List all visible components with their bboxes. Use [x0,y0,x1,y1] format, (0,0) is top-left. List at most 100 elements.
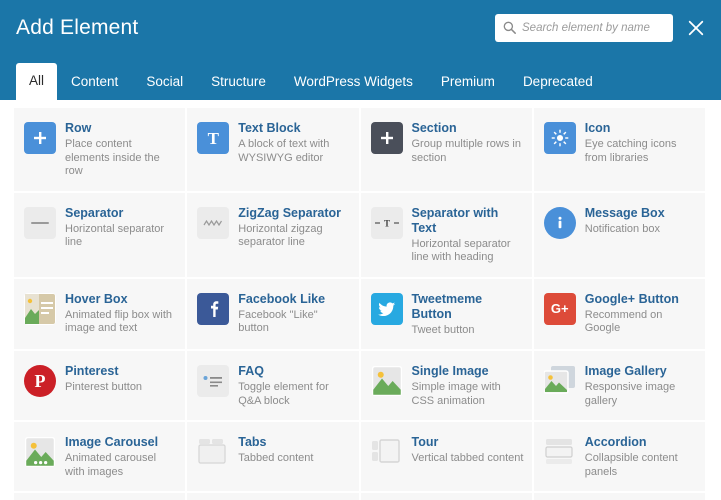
element-card-text: Tweetmeme Button Tweet button [412,291,524,338]
element-card-button[interactable]: GOButtonEye catching button [360,493,534,500]
tab-wordpress-widgets[interactable]: WordPress Widgets [280,64,427,100]
element-card-title: Separator with Text [411,205,499,235]
element-card-text: Icon Eye catching icons from libraries [585,120,697,165]
element-card-title: Google+ Button [584,291,679,306]
tab-deprecated[interactable]: Deprecated [509,64,607,100]
element-card-text: Hover Box Animated flip box with image an… [65,291,177,336]
tab-structure[interactable]: Structure [197,64,280,100]
zigzag-icon [197,206,230,239]
element-card-zigzag-separator[interactable]: ZigZag Separator Horizontal zigzag separa… [187,192,361,279]
element-card-title: FAQ [238,364,264,378]
element-card-text: FAQ Toggle element for Q&A block [238,363,350,408]
element-card-accordion[interactable]: Accordion Collapsible content panels [533,422,707,493]
tab-content[interactable]: Content [57,64,132,100]
accordion-icon [544,436,576,468]
element-card-title: Tour [411,435,439,449]
element-card-text: Text Block A block of text with WYSIWYG e… [238,120,350,165]
element-card-icon[interactable]: Icon Eye catching icons from libraries [533,108,707,193]
info-circle-icon [543,206,576,239]
element-card-title: Row [65,121,92,135]
search-icon [503,21,516,34]
sun-icon [543,122,576,154]
element-card-text: Accordion Collapsible content panels [585,434,697,479]
element-card-section[interactable]: Section Group multiple rows in section [360,108,534,193]
element-card-text: Tabs Tabbed content [238,434,313,466]
text-block-icon: T [197,122,230,154]
close-icon[interactable] [685,17,707,39]
element-card-description: Simple image with CSS animation [411,381,501,407]
element-card-title: Hover Box [65,291,128,306]
element-card-text-block[interactable]: T Text Block A block of text with WYSIWYG … [187,108,361,193]
element-card-call-to-action[interactable]: Call to ActionCatch visitors attention w… [533,493,707,500]
element-card-text: Image Gallery Responsive image gallery [585,363,697,408]
element-card-tabs[interactable]: Tabs Tabbed content [187,422,361,493]
page-title: Add Element [16,15,139,39]
tab-social[interactable]: Social [132,64,197,100]
element-card-facebook-like[interactable]: Facebook Like Facebook "Like" button [187,278,361,351]
element-card-description: Group multiple rows in section [411,138,521,164]
element-card-description: Pinterest button [65,381,143,393]
element-card-description: Facebook "Like" button [238,308,318,335]
modal-header: Add Element Search element by name All C… [0,0,721,100]
element-card-title: Tabs [238,435,267,449]
pinterest-icon: P [24,365,56,397]
header-actions [495,13,707,42]
element-card-message-box[interactable]: Message Box Notification box [533,192,707,279]
element-card-title: Accordion [584,435,647,449]
element-card-text: Image Carousel Animated carousel with ima… [65,434,177,479]
element-card-description: Notification box [584,222,660,235]
element-card-text: Google+ Button Recommend on Google [585,291,697,336]
element-card-single-image[interactable]: Single Image Simple image with CSS animat… [360,351,534,422]
image-gallery-icon [544,365,576,397]
element-card-text: Pinterest Pinterest button [65,363,142,395]
element-card-title: Image Gallery [584,364,667,378]
element-card-text: Separator with Text Horizontal separator … [412,205,524,265]
element-card-title: Text Block [238,121,301,135]
separator-icon [24,206,56,239]
tabs-icon [197,436,229,468]
hover-box-icon [24,292,56,325]
tab-premium[interactable]: Premium [427,64,509,100]
search-input[interactable] [522,21,665,34]
element-card-separator-with-text[interactable]: T Separator with Text Horizontal separator… [360,192,534,279]
element-card-title: Single Image [411,364,489,378]
element-card-description: Horizontal separator line with heading [411,237,511,264]
element-card-image-gallery[interactable]: Image Gallery Responsive image gallery [533,351,707,422]
element-card-title: Tweetmeme Button [411,291,483,321]
faq-list-icon [197,365,230,397]
element-card-tour[interactable]: Tour Vertical tabbed content [360,422,534,493]
element-card-google-button[interactable]: G+ Google+ Button Recommend on Google [533,278,707,351]
element-card-description: Eye catching icons from libraries [584,138,677,164]
element-card-description: A block of text with WYSIWYG editor [238,138,330,164]
image-icon [371,365,403,397]
element-card-separator[interactable]: Separator Horizontal separator line [14,192,188,279]
element-card-row[interactable]: Row Place content elements inside the row [14,108,188,193]
element-card-title: Pinterest [65,364,119,378]
element-card-faq[interactable]: FAQ Toggle element for Q&A block [187,351,361,422]
tour-icon [371,436,403,468]
search-box[interactable] [495,13,673,42]
element-card-text: Message Box Notification box [585,205,665,237]
element-card-title: ZigZag Separator [238,205,342,220]
element-card-title: Image Carousel [65,435,159,449]
element-card-hover-box[interactable]: Hover Box Animated flip box with image an… [14,278,188,351]
plus-square-icon [24,122,56,154]
element-card-description: Horizontal separator line [65,222,165,249]
element-card-pageable-container[interactable]: Pageable ContainerPageable content conta… [14,493,188,500]
header-top-bar: Add Element [0,0,721,55]
element-card-tweetmeme-button[interactable]: Tweetmeme Button Tweet button [360,278,534,351]
section-plus-icon [370,122,403,154]
element-card-custom-heading[interactable]: aCustom HeadingText with Google fonts [187,493,361,500]
tab-all[interactable]: All [16,63,58,100]
svg-text:T: T [383,218,389,228]
element-card-pinterest[interactable]: P Pinterest Pinterest button [14,351,188,422]
element-card-description: Vertical tabbed content [411,452,524,464]
image-carousel-icon [24,436,56,468]
element-card-description: Animated carousel with images [65,452,157,478]
element-card-title: Facebook Like [238,291,326,306]
element-card-image-carousel[interactable]: Image Carousel Animated carousel with ima… [14,422,188,493]
element-grid-inner: Row Place content elements inside the row… [14,108,707,500]
element-card-description: Recommend on Google [584,308,663,335]
twitter-icon [370,292,403,325]
element-card-text: ZigZag Separator Horizontal zigzag separa… [238,205,350,250]
